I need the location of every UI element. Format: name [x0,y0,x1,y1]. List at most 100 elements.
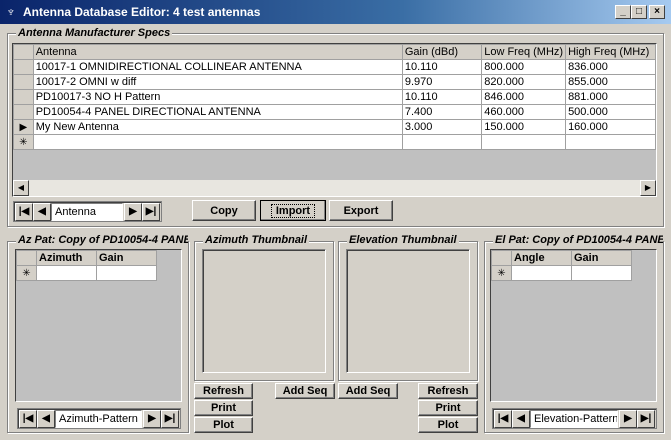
new-row[interactable]: ✳ [13,134,656,150]
elevation-thumbnail[interactable] [346,249,470,373]
first-record-icon[interactable]: |◀ [494,410,512,428]
az-pat-navigator: |◀ ◀ Azimuth-Pattern ▶ ▶| [17,408,181,429]
first-record-icon[interactable]: |◀ [15,203,33,221]
row-selector[interactable] [13,104,34,120]
cell-gain[interactable] [96,265,157,281]
next-record-icon[interactable]: ▶ [124,203,142,221]
first-record-icon[interactable]: |◀ [19,410,37,428]
column-header-gain[interactable]: Gain (dBd) [401,44,483,60]
cell-low-freq[interactable]: 460.000 [481,104,567,120]
title-bar[interactable]: ♆ Antenna Database Editor: 4 test antenn… [0,0,671,24]
cell-low-freq[interactable]: 150.000 [481,119,567,135]
el-print-button[interactable]: Print [418,400,478,416]
cell-high-freq[interactable]: 160.000 [565,119,656,135]
cell-gain[interactable]: 10.110 [401,89,483,105]
cell-high-freq[interactable]: 836.000 [565,59,656,75]
export-button[interactable]: Export [329,200,393,221]
prev-record-icon[interactable]: ◀ [37,410,55,428]
el-add-seq-button[interactable]: Add Seq [338,383,398,399]
last-record-icon[interactable]: ▶| [637,410,655,428]
cell-high-freq[interactable]: 855.000 [565,74,656,90]
scroll-left-icon[interactable]: ◀ [13,180,29,196]
column-header-high-freq[interactable]: High Freq (MHz) [565,44,656,60]
new-row[interactable]: ✳ [16,265,157,281]
import-button[interactable]: Import [260,200,326,221]
el-plot-button[interactable]: Plot [418,417,478,433]
az-pat-grid[interactable]: Azimuth Gain ✳ [15,249,182,402]
prev-record-icon[interactable]: ◀ [33,203,51,221]
current-row-icon[interactable]: ▶ [13,119,34,135]
table-row[interactable]: PD10017-3 NO H Pattern 10.110 846.000 88… [13,89,656,105]
last-record-icon[interactable]: ▶| [161,410,179,428]
column-header-gain[interactable]: Gain [96,250,157,266]
az-pat-table: Azimuth Gain ✳ [16,250,157,281]
column-header-gain[interactable]: Gain [571,250,632,266]
table-row[interactable]: 10017-1 OMNIDIRECTIONAL COLLINEAR ANTENN… [13,59,656,75]
cell-gain[interactable] [571,265,632,281]
corner-header [13,44,34,60]
next-record-icon[interactable]: ▶ [619,410,637,428]
cell-gain[interactable]: 10.110 [401,59,483,75]
az-print-button[interactable]: Print [194,400,253,416]
cell-low-freq[interactable]: 846.000 [481,89,567,105]
cell-high-freq[interactable]: 881.000 [565,89,656,105]
cell-low-freq[interactable]: 800.000 [481,59,567,75]
navigator-label: Azimuth-Pattern [55,410,142,428]
cell-antenna[interactable]: 10017-1 OMNIDIRECTIONAL COLLINEAR ANTENN… [32,59,403,75]
cell-antenna[interactable]: PD10017-3 NO H Pattern [32,89,403,105]
cell-gain[interactable]: 7.400 [401,104,483,120]
specs-group-label: Antenna Manufacturer Specs [16,27,173,39]
copy-button[interactable]: Copy [192,200,256,221]
column-header-azimuth[interactable]: Azimuth [36,250,97,266]
az-pat-group-label: Az Pat: Copy of PD10054-4 PANEL DIRECTIO… [16,234,188,246]
row-selector[interactable] [13,89,34,105]
table-row[interactable]: 10017-2 OMNI w diff 9.970 820.000 855.00… [13,74,656,90]
cell-antenna[interactable]: 10017-2 OMNI w diff [32,74,403,90]
az-refresh-button[interactable]: Refresh [194,383,253,399]
azimuth-thumbnail[interactable] [202,249,326,373]
cell-low-freq[interactable] [481,134,567,150]
column-header-low-freq[interactable]: Low Freq (MHz) [481,44,567,60]
minimize-button[interactable]: _ [615,5,631,19]
new-row-icon[interactable]: ✳ [13,134,34,150]
table-row[interactable]: PD10054-4 PANEL DIRECTIONAL ANTENNA 7.40… [13,104,656,120]
close-button[interactable]: × [649,5,665,19]
az-plot-button[interactable]: Plot [194,417,253,433]
scroll-right-icon[interactable]: ▶ [640,180,656,196]
new-row[interactable]: ✳ [491,265,632,281]
specs-table: Antenna Gain (dBd) Low Freq (MHz) High F… [13,44,656,150]
last-record-icon[interactable]: ▶| [142,203,160,221]
new-row-icon[interactable]: ✳ [16,265,37,281]
cell-gain[interactable]: 9.970 [401,74,483,90]
next-record-icon[interactable]: ▶ [143,410,161,428]
el-refresh-button[interactable]: Refresh [418,383,478,399]
maximize-button[interactable]: □ [631,5,647,19]
cell-high-freq[interactable]: 500.000 [565,104,656,120]
antenna-app-icon[interactable]: ♆ [3,4,19,20]
new-row-icon[interactable]: ✳ [491,265,512,281]
cell-high-freq[interactable] [565,134,656,150]
specs-grid[interactable]: Antenna Gain (dBd) Low Freq (MHz) High F… [12,43,657,197]
cell-angle[interactable] [511,265,572,281]
el-thumb-group-label: Elevation Thumbnail [347,234,459,246]
cell-gain[interactable] [401,134,483,150]
prev-record-icon[interactable]: ◀ [512,410,530,428]
cell-azimuth[interactable] [36,265,97,281]
az-thumb-group-label: Azimuth Thumbnail [203,234,310,246]
specs-header-row: Antenna Gain (dBd) Low Freq (MHz) High F… [13,44,656,60]
table-row[interactable]: ▶ My New Antenna 3.000 150.000 160.000 [13,119,656,135]
el-pat-group-label: El Pat: Copy of PD10054-4 PANEL DIRECTIO… [493,234,663,246]
row-selector[interactable] [13,74,34,90]
cell-antenna[interactable]: My New Antenna [32,119,403,135]
row-selector[interactable] [13,59,34,75]
horizontal-scrollbar[interactable]: ◀ ▶ [13,180,656,196]
az-add-seq-button[interactable]: Add Seq [275,383,335,399]
cell-gain[interactable]: 3.000 [401,119,483,135]
cell-antenna[interactable]: PD10054-4 PANEL DIRECTIONAL ANTENNA [32,104,403,120]
el-pat-grid[interactable]: Angle Gain ✳ [490,249,657,402]
cell-antenna[interactable] [32,134,403,150]
specs-navigator: |◀ ◀ Antenna ▶ ▶| [13,201,162,222]
column-header-antenna[interactable]: Antenna [32,44,403,60]
cell-low-freq[interactable]: 820.000 [481,74,567,90]
column-header-angle[interactable]: Angle [511,250,572,266]
